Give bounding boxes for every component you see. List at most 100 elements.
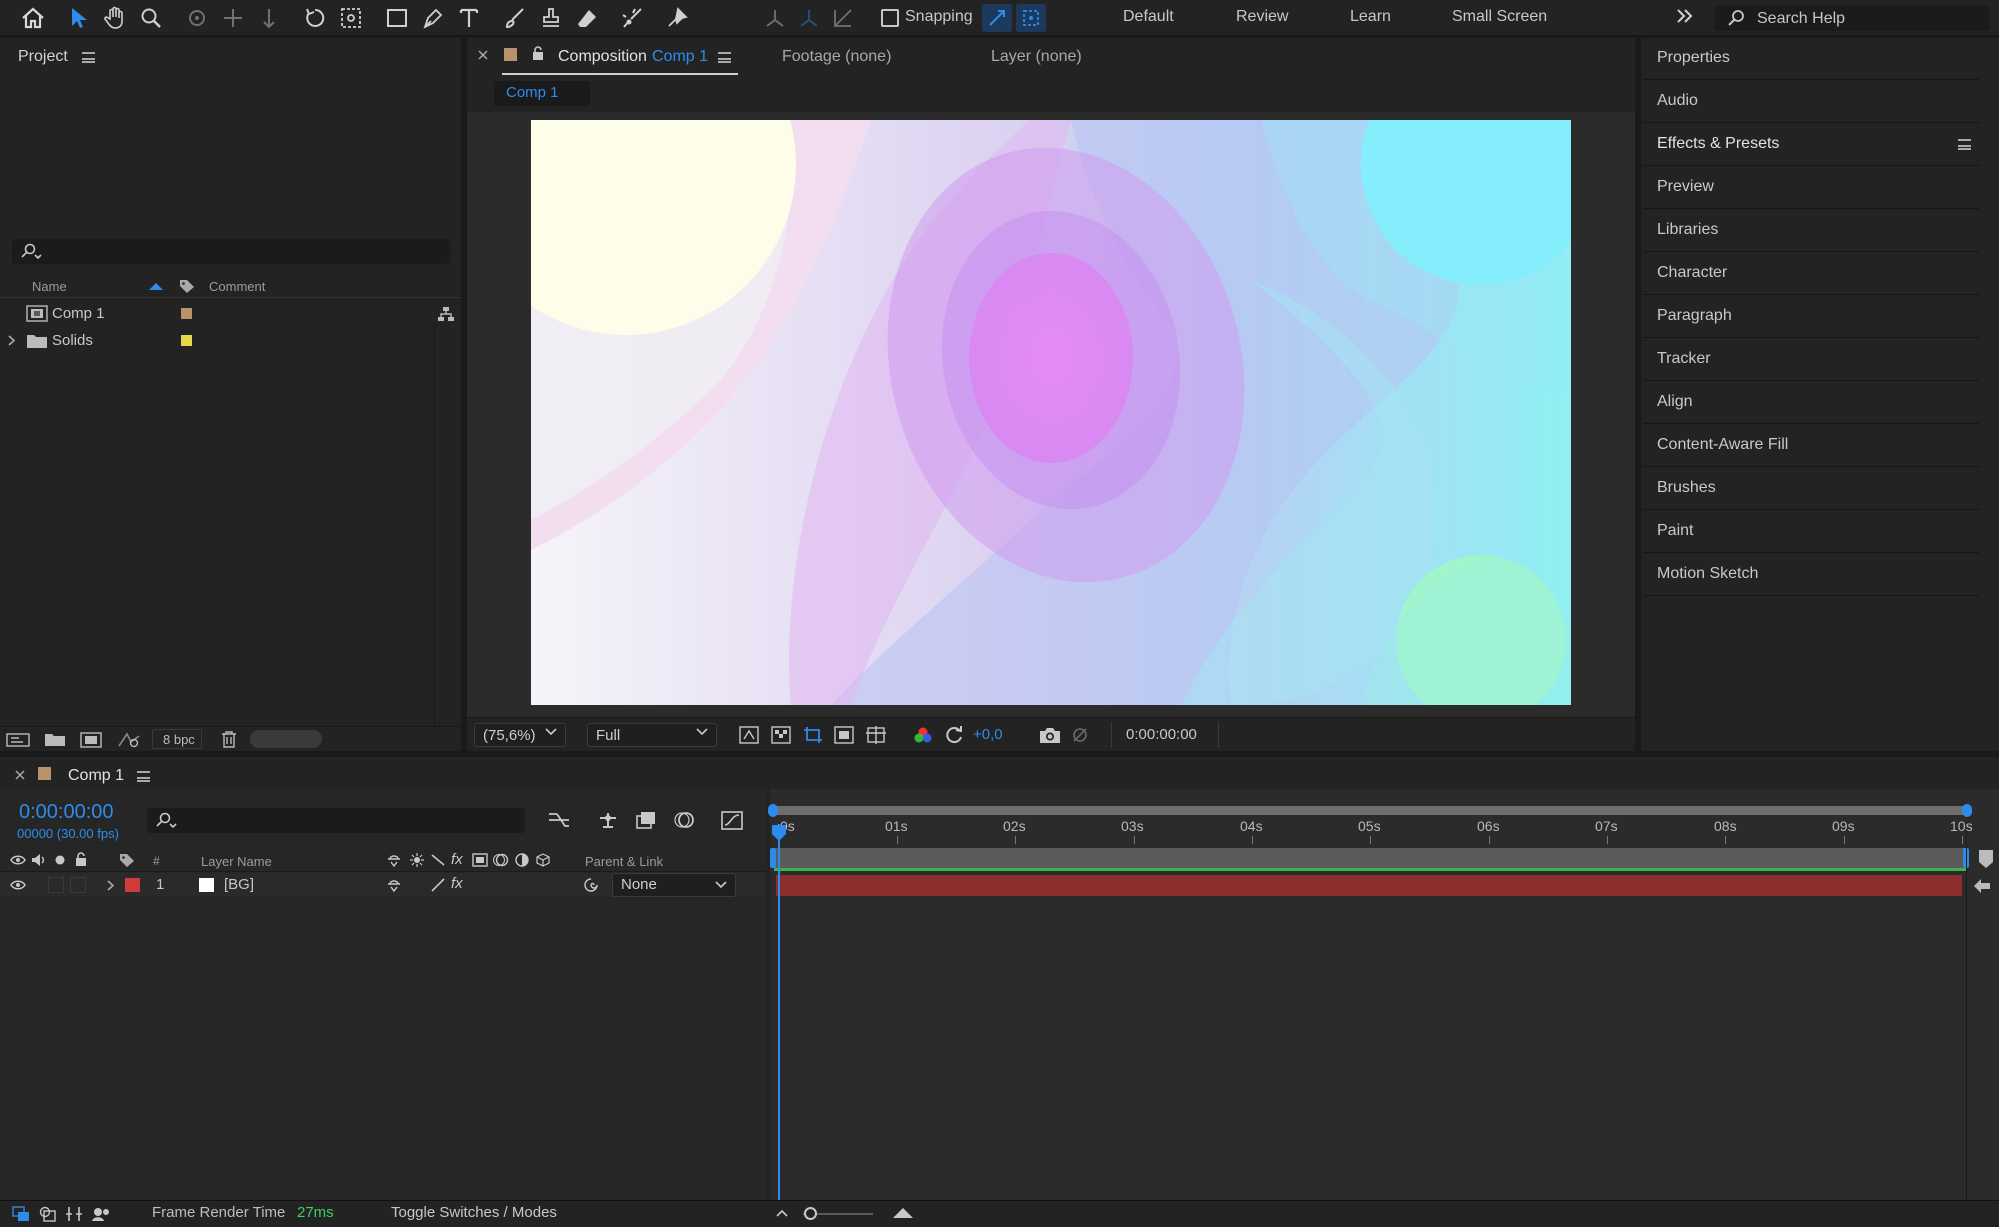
panel-effects-presets[interactable]: Effects & Presets (1643, 124, 1979, 166)
sort-ascending-icon[interactable] (148, 282, 164, 291)
pick-whip-icon[interactable] (583, 877, 599, 893)
workspace-small-screen[interactable]: Small Screen (1452, 8, 1547, 26)
workspace-default[interactable]: Default (1123, 8, 1174, 26)
panel-content-aware-fill[interactable]: Content-Aware Fill (1643, 425, 1979, 467)
layer-label-swatch[interactable] (125, 878, 140, 892)
effects-menu-icon[interactable] (1958, 139, 1971, 150)
project-scrollbar[interactable] (434, 322, 435, 726)
snap-features-icon[interactable] (1016, 4, 1046, 32)
comment-column-header[interactable]: Comment (209, 279, 265, 294)
pan-camera-icon[interactable] (218, 4, 248, 32)
zoom-tool-icon[interactable] (136, 4, 166, 32)
grid-guides-icon[interactable] (865, 725, 887, 745)
snapshot-camera-icon[interactable] (1039, 726, 1061, 744)
shy-icon[interactable] (386, 853, 402, 867)
draft-3d-icon[interactable] (596, 810, 620, 830)
comp-marker-bin-icon[interactable] (1978, 849, 1994, 869)
quality-icon[interactable] (430, 853, 446, 867)
parent-dropdown[interactable]: None (612, 873, 736, 897)
lock-icon[interactable] (532, 46, 544, 61)
trash-icon[interactable] (221, 731, 237, 748)
panel-properties[interactable]: Properties (1643, 38, 1979, 80)
layer-row[interactable]: 1 [BG] fx None (0, 873, 766, 897)
selection-tool-icon[interactable] (64, 4, 94, 32)
label-tag-icon[interactable] (178, 278, 196, 294)
graph-editor-icon[interactable] (720, 809, 744, 831)
quality-icon[interactable] (430, 878, 446, 892)
in-out-columns-icon[interactable] (65, 1206, 83, 1222)
panel-audio[interactable]: Audio (1643, 81, 1979, 123)
project-menu-icon[interactable] (82, 52, 95, 63)
type-tool-icon[interactable] (454, 4, 484, 32)
orbit-camera-icon[interactable] (182, 4, 212, 32)
puppet-pin-tool-icon[interactable] (662, 4, 692, 32)
footage-tab[interactable]: Footage (none) (782, 48, 891, 66)
panel-tracker[interactable]: Tracker (1643, 339, 1979, 381)
playhead-handle[interactable] (771, 824, 787, 842)
snap-edges-icon[interactable] (982, 4, 1012, 32)
flowchart-icon[interactable] (437, 306, 455, 322)
panel-paragraph[interactable]: Paragraph (1643, 296, 1979, 338)
mask-visibility-icon[interactable] (803, 726, 823, 744)
time-navigator[interactable] (772, 806, 1970, 815)
close-icon[interactable] (478, 50, 488, 60)
brush-tool-icon[interactable] (500, 4, 530, 32)
new-composition-icon[interactable] (80, 732, 102, 748)
hand-tool-icon[interactable] (100, 4, 130, 32)
panel-libraries[interactable]: Libraries (1643, 210, 1979, 252)
project-settings-icon[interactable] (117, 732, 141, 748)
snapping-checkbox[interactable] (881, 9, 899, 27)
rgb-channels-icon[interactable] (913, 726, 933, 744)
video-eye-icon[interactable] (10, 854, 26, 866)
anchor-point-tool-icon[interactable] (336, 4, 366, 32)
comp-label-swatch[interactable] (504, 48, 517, 61)
toggle-switches-modes-button[interactable]: Toggle Switches / Modes (391, 1204, 557, 1221)
label-color-swatch[interactable] (181, 335, 192, 346)
axis-view-icon[interactable] (828, 4, 858, 32)
composition-canvas[interactable] (531, 120, 1571, 705)
pen-tool-icon[interactable] (418, 4, 448, 32)
timeline-tab-label[interactable]: Comp 1 (68, 767, 124, 785)
effects-fx-icon[interactable]: fx (451, 875, 463, 892)
layer-duration-bar[interactable] (776, 875, 1962, 896)
reset-exposure-icon[interactable] (944, 725, 964, 745)
navigator-start-handle[interactable] (768, 804, 778, 817)
project-panel-title[interactable]: Project (18, 48, 68, 66)
dolly-camera-icon[interactable] (254, 4, 284, 32)
layer-tab[interactable]: Layer (none) (991, 48, 1082, 66)
timeline-menu-icon[interactable] (137, 771, 150, 782)
panel-align[interactable]: Align (1643, 382, 1979, 424)
panel-preview[interactable]: Preview (1643, 167, 1979, 209)
close-icon[interactable] (15, 770, 25, 780)
new-folder-icon[interactable] (44, 732, 66, 747)
label-tag-icon[interactable] (118, 852, 136, 868)
thumbnail-size-slider[interactable] (250, 730, 322, 748)
interpret-footage-icon[interactable] (6, 732, 30, 747)
magnification-dropdown[interactable]: (75,6%) (474, 723, 566, 747)
roto-brush-tool-icon[interactable] (618, 4, 648, 32)
expand-chevron-icon[interactable] (107, 880, 115, 891)
timeline-current-time[interactable]: 0:00:00:00 (19, 801, 114, 824)
layer-end-icon[interactable] (1972, 877, 1992, 895)
home-icon[interactable] (18, 4, 48, 32)
project-search-input[interactable] (12, 239, 450, 264)
composition-tab-name[interactable]: Comp 1 (652, 48, 708, 66)
expand-chevron-icon[interactable] (8, 335, 16, 346)
timeline-search-input[interactable] (147, 808, 525, 833)
color-depth-button[interactable]: 8 bpc (152, 729, 202, 749)
exposure-value[interactable]: +0,0 (973, 726, 1003, 743)
zoom-out-icon[interactable] (775, 1208, 789, 1218)
work-area-start-handle[interactable] (770, 848, 776, 868)
lock-icon[interactable] (75, 852, 87, 867)
transparency-grid-icon[interactable] (771, 726, 791, 744)
rotation-tool-icon[interactable] (300, 4, 330, 32)
label-color-swatch[interactable] (181, 308, 192, 319)
shy-icon[interactable] (386, 878, 402, 892)
frame-blend-switch-icon[interactable] (472, 853, 488, 867)
solo-icon[interactable] (55, 855, 65, 865)
region-of-interest-icon[interactable] (834, 726, 854, 744)
video-eye-icon[interactable] (10, 879, 26, 891)
navigator-end-handle[interactable] (1962, 804, 1972, 817)
axis-world-icon[interactable] (794, 4, 824, 32)
parent-link-column-header[interactable]: Parent & Link (585, 854, 663, 869)
